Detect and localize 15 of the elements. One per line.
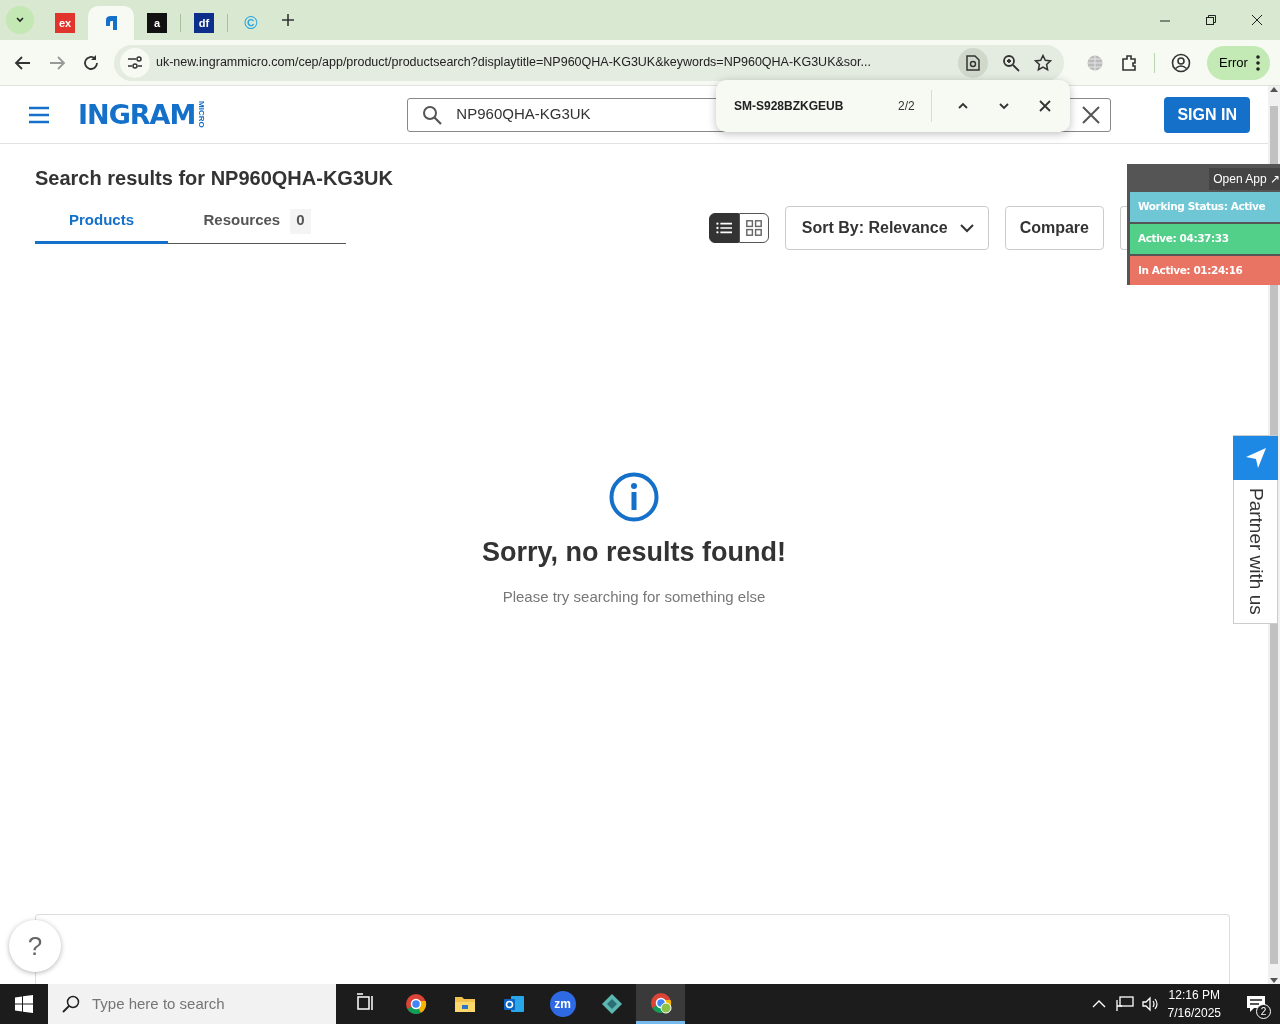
tab-favicon: df — [194, 13, 214, 33]
results-heading: Search results for NP960QHA-KG3UK — [35, 166, 393, 190]
tab-favicon: ex — [55, 13, 75, 33]
tab-favicon: a — [147, 13, 167, 33]
status-row: Working Status: Active — [1130, 192, 1280, 222]
status-row: In Active: 01:24:16 — [1130, 255, 1280, 286]
tab-favicon: © — [243, 13, 259, 33]
notification-count: 2 — [1256, 1004, 1271, 1019]
empty-state-title: Sorry, no results found! — [482, 535, 786, 569]
logo-tagline: MICRO — [197, 101, 206, 128]
match-count: 2/2 — [898, 98, 915, 115]
status-row: Active: 04:37:33 — [1130, 223, 1280, 254]
count-badge: 0 — [290, 209, 311, 234]
partner-label: Partner with us — [1244, 488, 1268, 615]
empty-state-message: Please try searching for something else — [502, 587, 766, 607]
